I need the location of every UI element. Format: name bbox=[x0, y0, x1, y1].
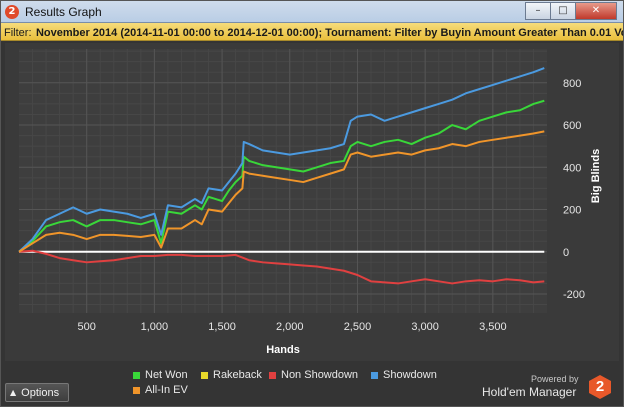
x-tick-label: 2,500 bbox=[344, 321, 372, 333]
x-tick-label: 2,000 bbox=[276, 321, 304, 333]
y-tick-label: 400 bbox=[563, 162, 581, 174]
title-bar[interactable]: 2 Results Graph – □ ✕ bbox=[1, 1, 623, 23]
filter-description: November 2014 (2014-11-01 00:00 to 2014-… bbox=[35, 27, 623, 39]
x-tick-label: 1,500 bbox=[208, 321, 236, 333]
window-title: Results Graph bbox=[25, 5, 102, 19]
app-logo-icon: 2 bbox=[5, 5, 19, 19]
y-tick-label: 200 bbox=[563, 205, 581, 217]
x-tick-label: 500 bbox=[78, 321, 96, 333]
holdem-manager-logo-icon: 2 bbox=[589, 375, 611, 399]
results-graph-window: 2 Results Graph – □ ✕ Filter: November 2… bbox=[0, 0, 624, 407]
y-tick-label: 0 bbox=[563, 247, 569, 259]
results-chart: 500 1,000 1,500 2,000 2,500 3,000 3,500 -200 0 20… bbox=[5, 43, 619, 361]
legend-item-rakeback[interactable]: Rakeback bbox=[201, 369, 262, 381]
minimize-icon[interactable]: – bbox=[525, 2, 551, 20]
window-controls: – □ ✕ bbox=[525, 2, 617, 20]
legend-label: Rakeback bbox=[213, 369, 262, 381]
powered-by-text: Powered by bbox=[531, 374, 579, 384]
y-tick-label: -200 bbox=[563, 289, 585, 301]
legend-label: All-In EV bbox=[145, 384, 188, 396]
legend-item-non-showdown[interactable]: Non Showdown bbox=[269, 369, 358, 381]
legend-swatch bbox=[371, 371, 378, 379]
results-line-chart: 500 1,000 1,500 2,000 2,500 3,000 3,500 -200 0 20… bbox=[18, 49, 602, 356]
x-axis-label: Hands bbox=[266, 344, 300, 356]
legend-swatch bbox=[269, 371, 276, 379]
options-button-label: Options bbox=[21, 386, 60, 399]
legend-label: Showdown bbox=[383, 369, 437, 381]
caret-up-icon: ▲ bbox=[10, 388, 17, 397]
filter-bar[interactable]: Filter: November 2014 (2014-11-01 00:00 … bbox=[1, 23, 623, 41]
legend-label: Non Showdown bbox=[281, 369, 359, 381]
options-button[interactable]: ▲ Options bbox=[5, 383, 69, 402]
legend-label: Net Won bbox=[145, 369, 188, 381]
x-tick-label: 1,000 bbox=[141, 321, 169, 333]
legend-item-all-in-ev[interactable]: All-In EV bbox=[133, 384, 188, 396]
close-icon[interactable]: ✕ bbox=[575, 2, 617, 20]
legend-item-showdown[interactable]: Showdown bbox=[371, 369, 437, 381]
x-tick-label: 3,500 bbox=[479, 321, 507, 333]
y-axis-label: Big Blinds bbox=[590, 149, 602, 203]
legend-swatch bbox=[133, 371, 140, 379]
product-name: Hold'em Manager bbox=[482, 385, 577, 399]
plot-background bbox=[19, 49, 547, 313]
x-tick-label: 3,000 bbox=[411, 321, 439, 333]
y-tick-label: 600 bbox=[563, 120, 581, 132]
legend-swatch bbox=[133, 386, 140, 394]
chart-legend: Net Won Rakeback Non Showdown Showdown All-I… bbox=[133, 369, 493, 399]
filter-label: Filter: bbox=[4, 27, 32, 39]
legend-item-net-won[interactable]: Net Won bbox=[133, 369, 188, 381]
y-tick-label: 800 bbox=[563, 78, 581, 90]
legend-swatch bbox=[201, 371, 208, 379]
maximize-icon[interactable]: □ bbox=[550, 2, 576, 20]
